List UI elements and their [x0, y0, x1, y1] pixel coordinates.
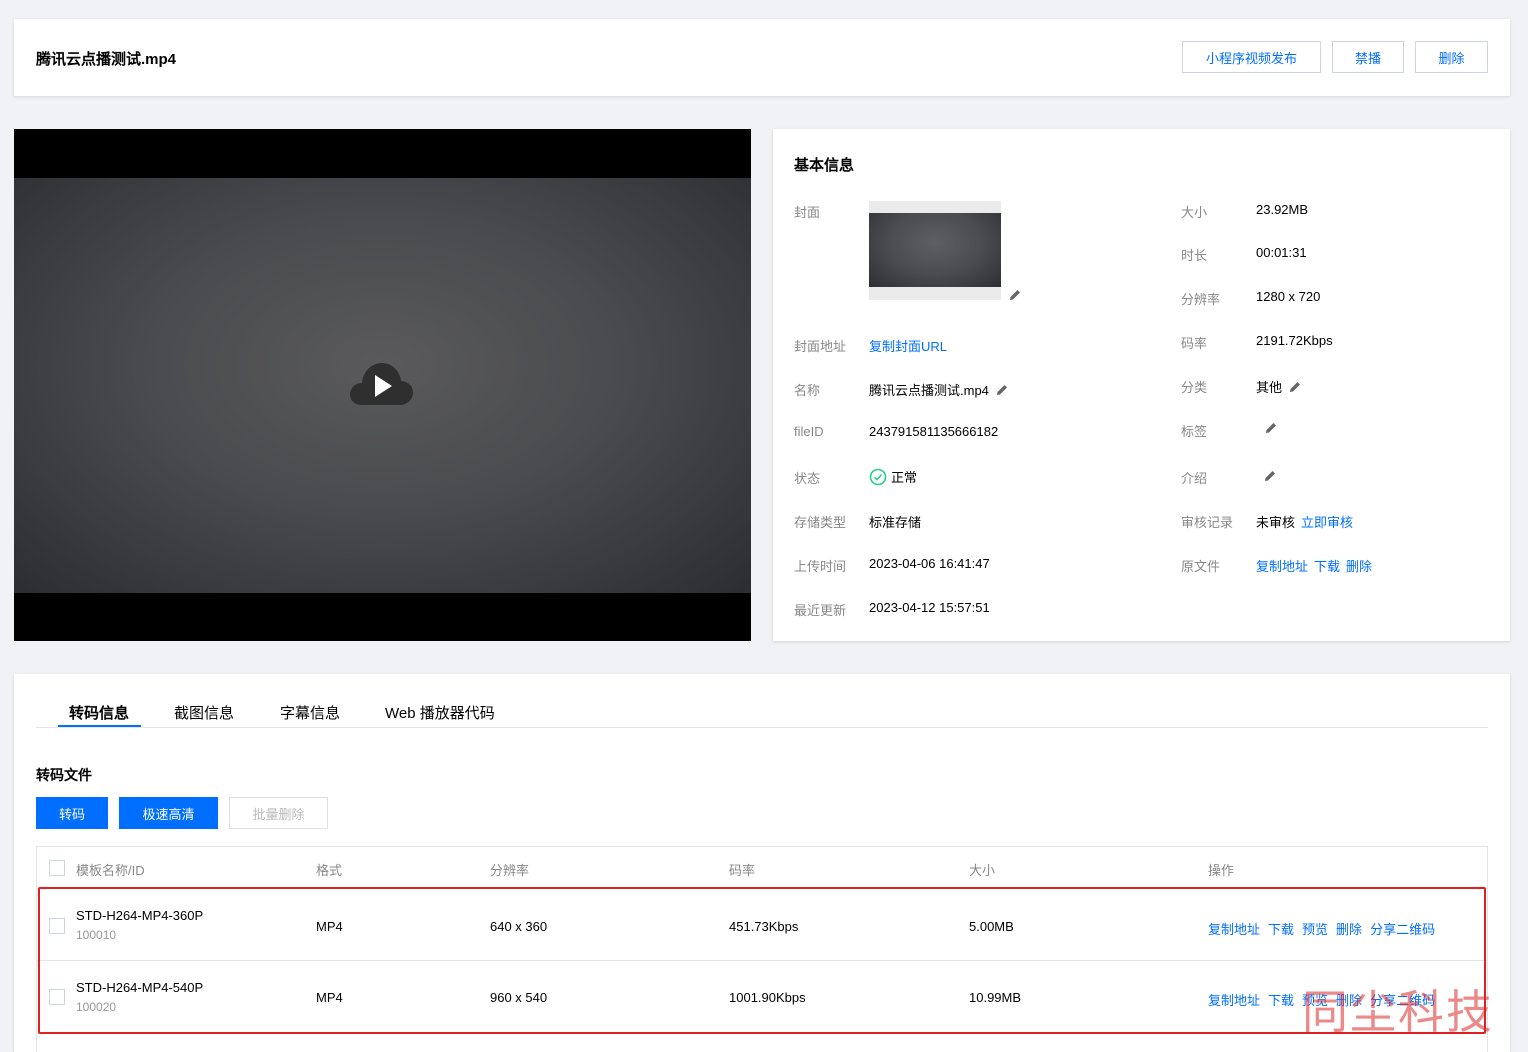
fileid-value: 243791581135666182	[869, 424, 999, 439]
col-resolution: 分辨率	[490, 863, 530, 878]
intro-label: 介绍	[1181, 471, 1208, 486]
tab-subtitle-info[interactable]: 字幕信息	[280, 702, 340, 723]
upload-time-value: 2023-04-06 16:41:47	[869, 556, 990, 571]
name-label: 名称	[794, 383, 821, 398]
bitrate-value: 2191.72Kbps	[1256, 333, 1333, 348]
storage-value: 标准存储	[869, 515, 922, 530]
bitrate-label: 码率	[1181, 336, 1208, 351]
status-label: 状态	[794, 471, 821, 486]
source-file-actions: 复制地址 下载 删除	[1256, 556, 1372, 575]
play-button[interactable]	[348, 361, 414, 407]
source-file-label: 原文件	[1181, 559, 1221, 574]
duration-label: 时长	[1181, 248, 1208, 263]
review-value-wrap: 未审核 立即审核	[1256, 512, 1353, 531]
delete-button[interactable]: 删除	[1415, 41, 1488, 73]
select-all-checkbox[interactable]	[49, 860, 65, 876]
highlight-box	[38, 887, 1486, 1034]
resolution-value: 1280 x 720	[1256, 289, 1321, 304]
batch-delete-button[interactable]: 批量删除	[229, 797, 328, 829]
fast-hd-button[interactable]: 极速高清	[119, 797, 218, 829]
tab-transcode-info[interactable]: 转码信息	[69, 702, 129, 723]
edit-category-icon[interactable]	[1288, 380, 1302, 394]
edit-cover-icon[interactable]	[1008, 288, 1022, 302]
col-format: 格式	[316, 863, 343, 878]
col-bitrate: 码率	[729, 863, 756, 878]
updated-time-label: 最近更新	[794, 603, 847, 618]
review-now-link[interactable]: 立即审核	[1301, 512, 1353, 531]
copy-cover-url-link[interactable]: 复制封面URL	[869, 336, 947, 355]
ban-button[interactable]: 禁播	[1332, 41, 1404, 73]
check-circle-icon	[869, 468, 887, 485]
tag-label: 标签	[1181, 424, 1208, 439]
edit-tag-icon[interactable]	[1264, 421, 1278, 435]
fileid-label: fileID	[794, 424, 824, 439]
size-label: 大小	[1181, 205, 1208, 220]
resolution-label: 分辨率	[1181, 292, 1221, 307]
transcode-button[interactable]: 转码	[36, 797, 108, 829]
tab-active-indicator	[58, 725, 141, 727]
category-value-wrap: 其他	[1256, 377, 1302, 396]
review-status: 未审核	[1256, 515, 1296, 530]
header-bar: 腾讯云点播测试.mp4 小程序视频发布 禁播 删除	[14, 19, 1510, 96]
page-title: 腾讯云点播测试.mp4	[36, 51, 177, 68]
watermark-text: 同尘科技	[1302, 985, 1494, 1039]
upload-time-label: 上传时间	[794, 559, 847, 574]
source-copy-link[interactable]: 复制地址	[1256, 556, 1308, 575]
storage-label: 存储类型	[794, 515, 847, 530]
category-value: 其他	[1256, 380, 1283, 395]
updated-time-value: 2023-04-12 15:57:51	[869, 600, 990, 615]
source-delete-link[interactable]: 删除	[1346, 556, 1372, 575]
cover-url-label: 封面地址	[794, 339, 847, 354]
name-value: 腾讯云点播测试.mp4	[869, 383, 989, 398]
col-template: 模板名称/ID	[76, 863, 145, 878]
cover-image	[869, 213, 1001, 287]
status-value-wrap: 正常	[869, 467, 917, 486]
play-icon	[350, 363, 414, 405]
name-value-wrap: 腾讯云点播测试.mp4	[869, 380, 1009, 399]
col-size: 大小	[969, 863, 996, 878]
cover-label: 封面	[794, 205, 821, 220]
transcode-section-title: 转码文件	[36, 767, 92, 783]
tab-screenshot-info[interactable]: 截图信息	[174, 702, 234, 723]
review-label: 审核记录	[1181, 515, 1234, 530]
edit-intro-icon[interactable]	[1263, 469, 1277, 483]
table-header: 模板名称/ID 格式 分辨率 码率 大小 操作	[37, 847, 1487, 889]
tabs-underline	[36, 727, 1488, 728]
source-download-link[interactable]: 下载	[1314, 556, 1340, 575]
col-actions: 操作	[1208, 863, 1235, 878]
miniprogram-publish-button[interactable]: 小程序视频发布	[1182, 41, 1321, 73]
basic-info-panel: 基本信息 封面 封面地址 复制封面URL 名称 腾讯云点播测试.mp4 file…	[773, 129, 1510, 641]
section-title: 基本信息	[794, 157, 855, 174]
cover-thumbnail[interactable]	[869, 201, 1001, 300]
tab-web-player-code[interactable]: Web 播放器代码	[385, 702, 495, 723]
status-value: 正常	[891, 470, 918, 485]
category-label: 分类	[1181, 380, 1208, 395]
duration-value: 00:01:31	[1256, 245, 1307, 260]
size-value: 23.92MB	[1256, 202, 1309, 217]
video-player[interactable]	[14, 129, 751, 641]
edit-name-icon[interactable]	[995, 383, 1009, 397]
